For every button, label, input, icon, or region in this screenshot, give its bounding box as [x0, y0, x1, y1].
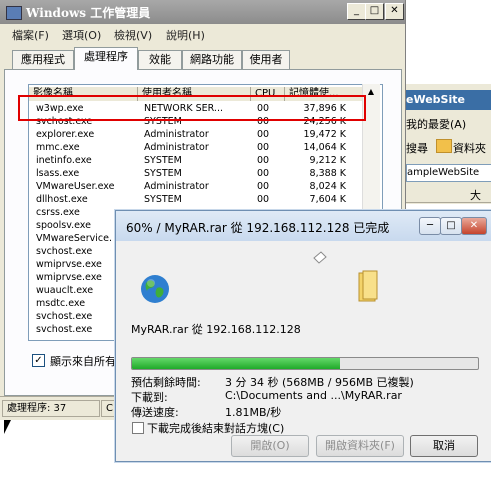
maximize-icon[interactable]: □ — [365, 3, 384, 20]
close-icon[interactable]: ✕ — [385, 3, 404, 20]
process-image-name: lsass.exe — [36, 168, 80, 179]
download-to-value: C:\Documents and ...\MyRAR.rar — [225, 389, 402, 402]
process-user-name: SYSTEM — [144, 168, 182, 179]
process-memory: 14,064 K — [303, 142, 347, 153]
process-cpu: 00 — [257, 168, 270, 179]
process-user-name: SYSTEM — [144, 155, 182, 166]
process-cpu: 00 — [257, 142, 270, 153]
minimize-icon[interactable]: _ — [347, 3, 366, 20]
task-manager-titlebar[interactable]: Windows 工作管理員 _ □ ✕ — [0, 0, 405, 24]
tab-performance[interactable]: 效能 — [138, 50, 182, 69]
table-row[interactable]: mmc.exe Administrator 00 14,064 K — [29, 141, 364, 154]
search-button[interactable]: 搜尋 — [406, 140, 428, 156]
menu-help[interactable]: 說明(H) — [166, 27, 205, 43]
process-image-name: svchost.exe — [36, 311, 93, 322]
process-image-name: inetinfo.exe — [36, 155, 92, 166]
folder-icon — [436, 139, 452, 153]
process-memory: 7,604 K — [309, 194, 346, 205]
dialog-title: 60% / MyRAR.rar 從 192.168.112.128 已完成 — [126, 221, 390, 235]
speed-value: 1.81MB/秒 — [225, 406, 282, 419]
table-row[interactable]: inetinfo.exe SYSTEM 00 9,212 K — [29, 154, 364, 167]
process-image-name: mmc.exe — [36, 142, 80, 153]
process-memory: 8,024 K — [309, 181, 346, 192]
file-source-label: MyRAR.rar 從 192.168.112.128 — [131, 323, 301, 336]
process-user-name: Administrator — [144, 181, 209, 192]
dialog-body: MyRAR.rar 從 192.168.112.128 預估剩餘時間: 3 分 … — [117, 241, 491, 460]
folders-button[interactable]: 資料夾 — [453, 140, 486, 156]
process-cpu: 00 — [257, 181, 270, 192]
scroll-up-icon[interactable]: ▲ — [365, 87, 377, 99]
speed-label: 傳送速度: — [131, 406, 179, 419]
menu-file[interactable]: 檔案(F) — [12, 27, 49, 43]
table-row[interactable]: VMwareUser.exe Administrator 00 8,024 K — [29, 180, 364, 193]
globe-icon — [141, 275, 169, 303]
status-process-count: 處理程序: 37 — [2, 400, 100, 417]
time-left-label: 預估剩餘時間: — [131, 376, 201, 389]
task-manager-icon — [6, 6, 22, 20]
address-bar[interactable]: ampleWebSite — [406, 164, 491, 182]
dialog-minimize-icon[interactable]: ─ — [419, 217, 441, 235]
menu-favorites[interactable]: 我的最愛(A) — [406, 116, 466, 132]
process-image-name: csrss.exe — [36, 207, 80, 218]
process-memory: 19,472 K — [303, 129, 347, 140]
process-image-name: wuauclt.exe — [36, 285, 94, 296]
process-image-name: svchost.exe — [36, 324, 93, 335]
process-cpu: 00 — [257, 155, 270, 166]
process-cpu: 00 — [257, 194, 270, 205]
process-image-name: wmiprvse.exe — [36, 259, 102, 270]
time-left-value: 3 分 34 秒 (568MB / 956MB 已複製) — [225, 376, 414, 389]
mouse-cursor-icon — [4, 420, 11, 434]
highlight-box-w3wp — [18, 95, 366, 121]
table-row[interactable]: explorer.exe Administrator 00 19,472 K — [29, 128, 364, 141]
cancel-button[interactable]: 取消 — [410, 435, 478, 457]
menu-options[interactable]: 選項(O) — [62, 27, 101, 43]
process-image-name: VMwareUser.exe — [36, 181, 115, 192]
browser-list-header: 大 — [406, 186, 491, 203]
show-all-checkbox[interactable]: ✓ — [32, 354, 45, 367]
process-image-name: svchost.exe — [36, 246, 93, 257]
process-user-name: Administrator — [144, 129, 209, 140]
process-image-name: explorer.exe — [36, 129, 95, 140]
table-row[interactable]: lsass.exe SYSTEM 00 8,388 K — [29, 167, 364, 180]
process-image-name: spoolsv.exe — [36, 220, 91, 231]
menu-view[interactable]: 檢視(V) — [114, 27, 152, 43]
process-user-name: SYSTEM — [144, 194, 182, 205]
menu-bar: 檔案(F) 選項(O) 檢視(V) 說明(H) — [0, 24, 405, 44]
download-dialog: 60% / MyRAR.rar 從 192.168.112.128 已完成 ─ … — [115, 210, 491, 462]
destination-folder-icon — [358, 270, 378, 302]
table-row[interactable]: dllhost.exe SYSTEM 00 7,604 K — [29, 193, 364, 206]
close-on-complete-label: 下載完成後結束對話方塊(C) — [147, 422, 285, 435]
dialog-close-icon[interactable]: ✕ — [461, 217, 487, 235]
show-all-label: 顯示來自所有 — [50, 355, 116, 368]
tab-networking[interactable]: 網路功能 — [182, 50, 242, 69]
browser-titlebar[interactable]: eWebSite — [406, 90, 491, 110]
open-button[interactable]: 開啟(O) — [231, 435, 309, 457]
tab-applications[interactable]: 應用程式 — [12, 50, 74, 69]
process-memory: 9,212 K — [309, 155, 346, 166]
dialog-maximize-icon[interactable]: □ — [440, 217, 462, 235]
download-progress-bar — [131, 357, 479, 370]
process-image-name: VMwareService. — [36, 233, 112, 244]
tab-processes[interactable]: 處理程序 — [74, 47, 138, 70]
download-progress-fill — [132, 358, 340, 369]
process-user-name: Administrator — [144, 142, 209, 153]
process-image-name: dllhost.exe — [36, 194, 88, 205]
window-title: Windows 工作管理員 — [26, 6, 151, 20]
process-image-name: msdtc.exe — [36, 298, 86, 309]
process-cpu: 00 — [257, 129, 270, 140]
column-size[interactable]: 大 — [470, 187, 481, 203]
download-to-label: 下載到: — [131, 391, 168, 404]
close-on-complete-checkbox[interactable] — [132, 422, 144, 434]
tab-users[interactable]: 使用者 — [242, 50, 290, 69]
open-folder-button[interactable]: 開啟資料夾(F) — [316, 435, 404, 457]
dialog-titlebar[interactable]: 60% / MyRAR.rar 從 192.168.112.128 已完成 ─ … — [116, 211, 491, 241]
paper-transfer-icon — [313, 251, 327, 264]
process-image-name: wmiprvse.exe — [36, 272, 102, 283]
process-memory: 8,388 K — [309, 168, 346, 179]
